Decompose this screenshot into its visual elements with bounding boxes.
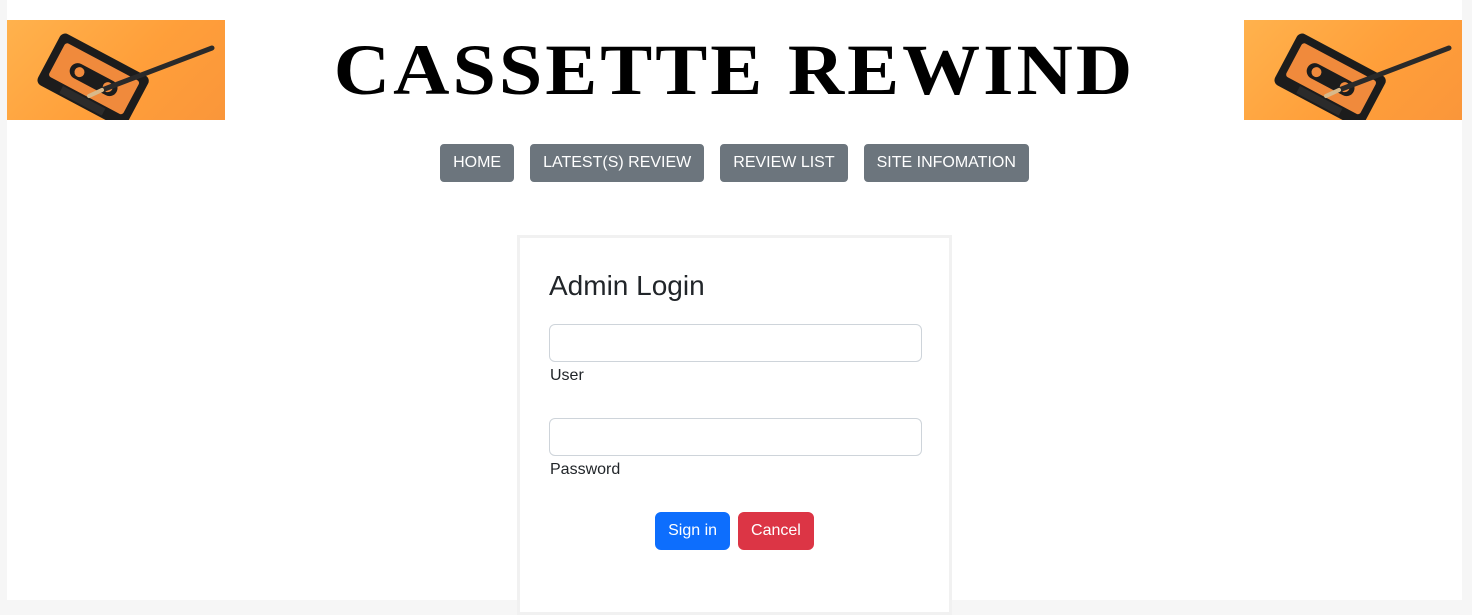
site-banner: CASSETTE REWIND [7,20,1462,120]
cassette-tape-icon [7,20,225,120]
login-actions: Sign in Cancel [520,512,949,550]
nav-latest-review-button[interactable]: LATEST(S) REVIEW [530,144,705,182]
login-card: Admin Login User Password Sign in Cancel [517,235,952,615]
main-nav: HOME LATEST(S) REVIEW REVIEW LIST SITE I… [7,144,1462,182]
user-label: User [550,367,584,384]
cancel-button[interactable]: Cancel [738,512,814,550]
nav-review-list-button[interactable]: REVIEW LIST [720,144,848,182]
user-input[interactable] [549,324,922,362]
password-label: Password [550,461,621,478]
login-title: Admin Login [549,270,705,301]
sign-in-button[interactable]: Sign in [655,512,731,550]
site-title: CASSETTE REWIND [333,29,1136,110]
cassette-tape-icon [1244,20,1462,120]
password-input[interactable] [549,418,922,456]
nav-site-information-button[interactable]: SITE INFOMATION [863,144,1029,182]
page: CASSETTE REWIND HOME LATEST(S) REVIEW RE… [7,0,1462,615]
nav-home-button[interactable]: HOME [440,144,515,182]
